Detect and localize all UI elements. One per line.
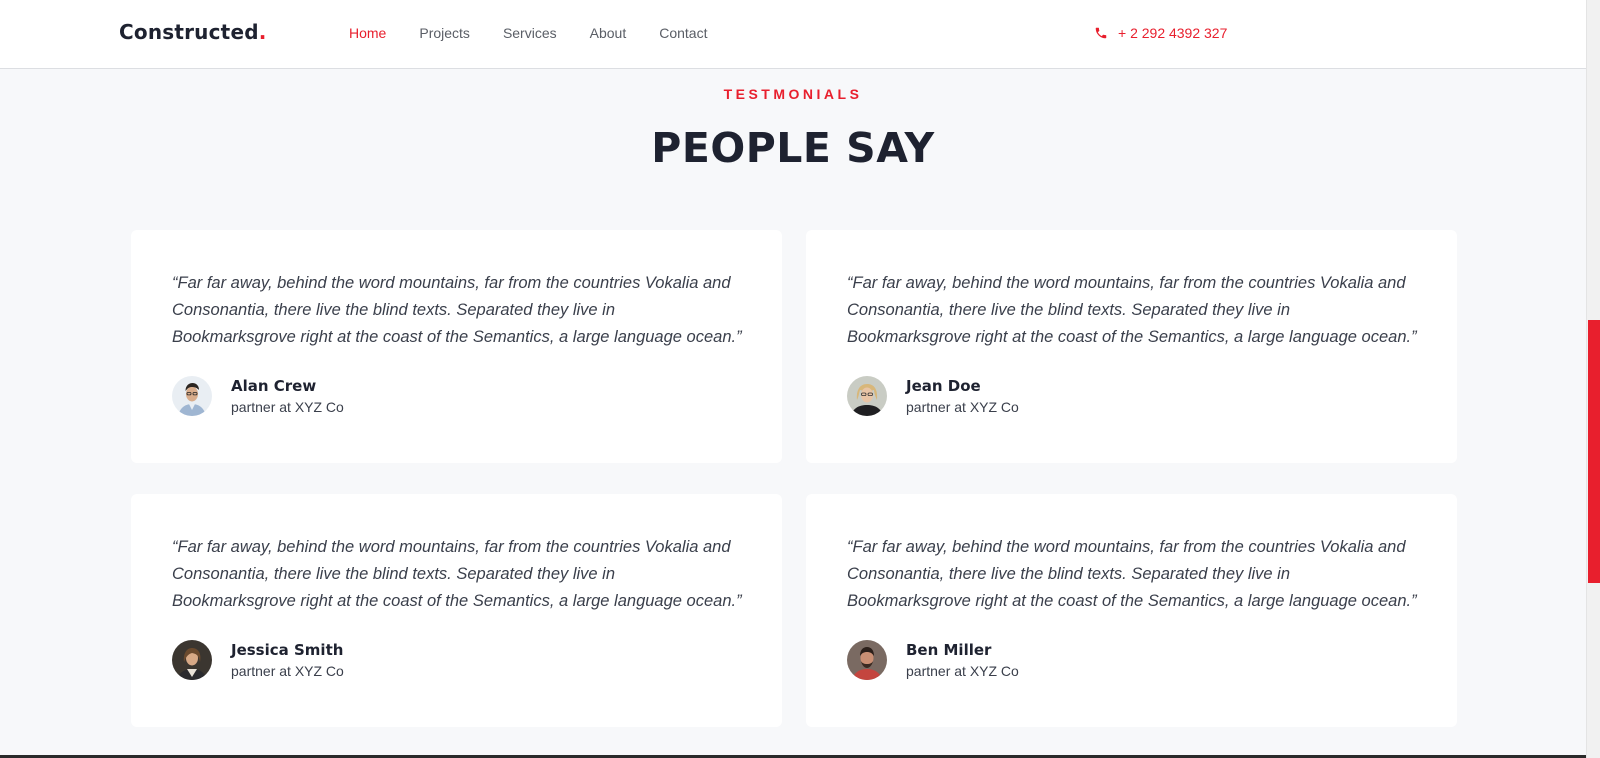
testimonial-quote: “Far far away, behind the word mountains… bbox=[847, 274, 1417, 346]
testimonial-card: “Far far away, behind the word mountains… bbox=[131, 494, 782, 727]
nav-link-home[interactable]: Home bbox=[349, 25, 386, 41]
nav-link-projects[interactable]: Projects bbox=[419, 25, 470, 41]
testimonial-author: Ben Miller partner at XYZ Co bbox=[847, 640, 1417, 680]
brand-name[interactable]: Constructed bbox=[119, 20, 259, 44]
avatar bbox=[172, 376, 212, 416]
testimonial-quote: “Far far away, behind the word mountains… bbox=[847, 538, 1417, 610]
testimonial-card: “Far far away, behind the word mountains… bbox=[131, 230, 782, 463]
phone-icon bbox=[1095, 27, 1107, 39]
testimonial-author: Jessica Smith partner at XYZ Co bbox=[172, 640, 742, 680]
testimonial-quote: “Far far away, behind the word mountains… bbox=[172, 274, 742, 346]
section-eyebrow: TESTMONIALS bbox=[723, 86, 863, 102]
avatar bbox=[847, 640, 887, 680]
phone-number[interactable]: + 2 292 4392 327 bbox=[1118, 25, 1227, 41]
author-role: partner at XYZ Co bbox=[231, 399, 344, 415]
author-name: Jessica Smith bbox=[231, 641, 344, 659]
phone-contact[interactable]: + 2 292 4392 327 bbox=[1094, 25, 1227, 41]
navbar: Constructed. Home Projects Services Abou… bbox=[0, 0, 1586, 69]
main-nav: Home Projects Services About Contact bbox=[349, 25, 740, 41]
author-name: Ben Miller bbox=[906, 641, 992, 659]
section-title: PEOPLE SAY bbox=[651, 124, 935, 172]
testimonial-card: “Far far away, behind the word mountains… bbox=[806, 230, 1457, 463]
nav-link-contact[interactable]: Contact bbox=[659, 25, 707, 41]
testimonial-quote: “Far far away, behind the word mountains… bbox=[172, 538, 742, 610]
testimonial-author: Alan Crew partner at XYZ Co bbox=[172, 376, 742, 416]
author-name: Alan Crew bbox=[231, 377, 317, 395]
avatar bbox=[847, 376, 887, 416]
nav-link-about[interactable]: About bbox=[590, 25, 627, 41]
nav-link-services[interactable]: Services bbox=[503, 25, 557, 41]
scrollbar-thumb[interactable] bbox=[1588, 320, 1600, 583]
avatar bbox=[172, 640, 212, 680]
brand-dot: . bbox=[258, 20, 267, 44]
author-role: partner at XYZ Co bbox=[906, 663, 1019, 679]
author-role: partner at XYZ Co bbox=[906, 399, 1019, 415]
author-name: Jean Doe bbox=[906, 377, 981, 395]
author-role: partner at XYZ Co bbox=[231, 663, 344, 679]
testimonial-author: Jean Doe partner at XYZ Co bbox=[847, 376, 1417, 416]
brand-logo[interactable]: Constructed. bbox=[119, 20, 267, 44]
testimonial-card: “Far far away, behind the word mountains… bbox=[806, 494, 1457, 727]
